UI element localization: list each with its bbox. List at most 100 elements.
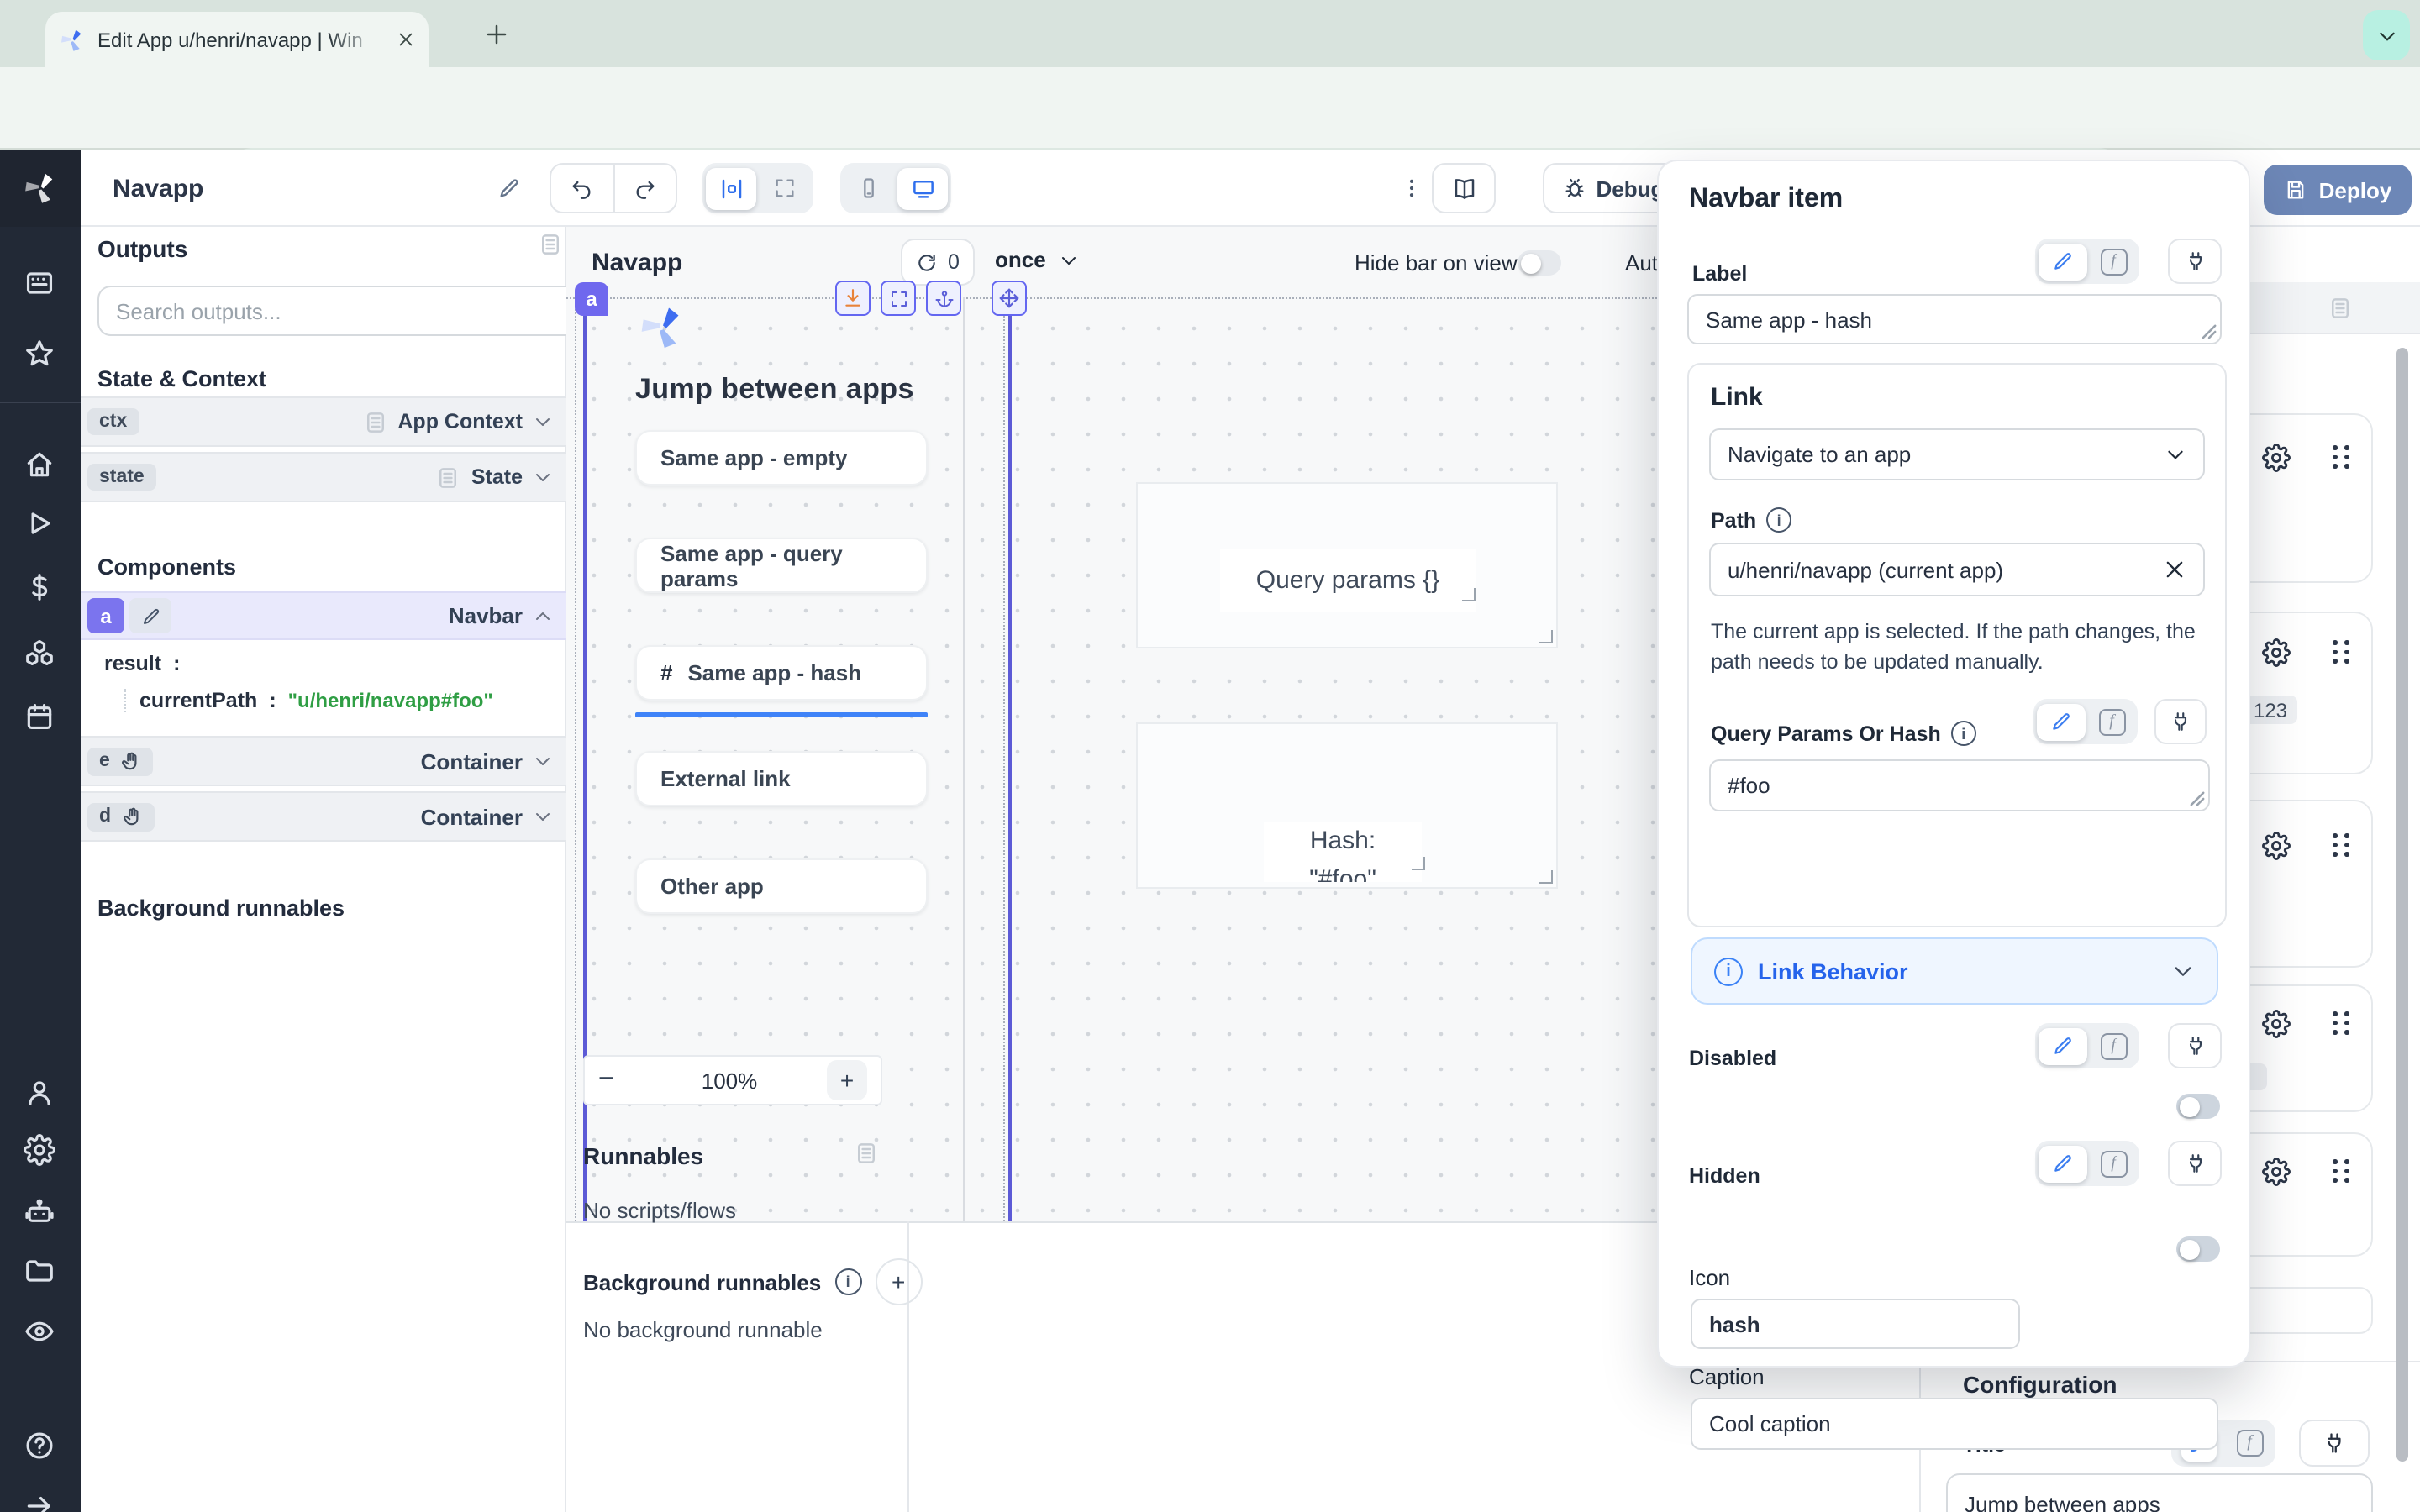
nav-item-query-params[interactable]: Same app - query params (635, 538, 928, 593)
hidden-fn-button[interactable]: f (2091, 1145, 2136, 1182)
config-title-input[interactable]: Jump between apps (1946, 1473, 2373, 1512)
sidebar-runs-icon[interactable] (24, 507, 55, 539)
runnables-log-icon[interactable] (854, 1141, 879, 1166)
browser-tab[interactable]: Edit App u/henri/navapp | Win (45, 12, 429, 67)
settings-log-icon[interactable] (2328, 296, 2353, 321)
link-type-select[interactable]: Navigate to an app (1709, 428, 2205, 480)
disabled-pencil-button[interactable] (2039, 1027, 2087, 1064)
gear-icon[interactable] (2262, 1158, 2291, 1186)
query-plug-button[interactable] (2154, 699, 2207, 744)
current-path-value[interactable]: "u/henri/navapp#foo" (288, 689, 493, 712)
icon-input[interactable]: hash (1691, 1299, 2020, 1349)
gear-icon[interactable] (2262, 1010, 2291, 1038)
new-tab-button[interactable] (484, 22, 509, 47)
resize-corner-icon[interactable] (1539, 870, 1553, 884)
mobile-preview-button[interactable] (844, 167, 894, 209)
label-input[interactable]: Same app - hash (1687, 294, 2222, 344)
label-pencil-button[interactable] (2039, 243, 2087, 280)
drag-handle-icon[interactable] (2333, 1159, 2351, 1183)
deploy-button[interactable]: Deploy (2264, 165, 2412, 215)
sidebar-variables-icon[interactable] (24, 571, 55, 603)
hash-container[interactable]: Hash: "#foo" (1136, 722, 1558, 889)
gear-icon[interactable] (2262, 638, 2291, 667)
selected-component-badge[interactable]: a (575, 282, 608, 316)
docs-button[interactable] (1432, 163, 1496, 213)
chevron-down-icon[interactable] (533, 806, 553, 827)
drag-handle-icon[interactable] (2333, 833, 2351, 857)
drag-handle-icon[interactable] (2333, 640, 2351, 664)
hidden-plug-button[interactable] (2168, 1141, 2222, 1186)
link-behavior-collapsible[interactable]: i Link Behavior (1691, 937, 2218, 1005)
expand-component-button[interactable] (835, 281, 871, 316)
disabled-fn-button[interactable]: f (2091, 1027, 2136, 1064)
sidebar-apps-icon[interactable] (24, 267, 55, 299)
query-pencil-button[interactable] (2037, 703, 2086, 740)
move-component-button[interactable] (992, 281, 1027, 316)
clear-path-icon[interactable] (2163, 558, 2186, 581)
hidden-toggle[interactable] (2176, 1236, 2220, 1262)
container-d-row[interactable]: d Container (81, 791, 566, 842)
run-mode-dropdown[interactable]: once (995, 247, 1080, 272)
navbar-component-row[interactable]: a Navbar (81, 591, 566, 640)
sidebar-favorites-icon[interactable] (24, 338, 55, 370)
resize-corner-icon[interactable] (1539, 630, 1553, 643)
ctx-row[interactable]: ctx App Context (81, 396, 566, 447)
fullscreen-layout-button[interactable] (760, 167, 810, 209)
sidebar-workers-icon[interactable] (24, 1196, 55, 1228)
hidden-pencil-button[interactable] (2039, 1145, 2087, 1182)
sidebar-audit-icon[interactable] (24, 1315, 55, 1347)
container-e-row[interactable]: e Container (81, 736, 566, 786)
sidebar-resources-icon[interactable] (24, 637, 55, 669)
hide-bar-toggle[interactable] (1518, 250, 1561, 276)
windmill-home-logo[interactable] (0, 150, 81, 227)
resize-corner-icon[interactable] (1462, 588, 1476, 601)
sidebar-settings-icon[interactable] (24, 1134, 55, 1166)
info-icon[interactable]: i (1766, 507, 1791, 533)
label-fn-button[interactable]: f (2091, 243, 2136, 280)
right-panel-scrollbar[interactable] (2396, 348, 2408, 1462)
outputs-log-icon[interactable] (538, 232, 563, 257)
title-plug-button[interactable] (2299, 1420, 2370, 1467)
query-input[interactable]: #foo (1709, 759, 2210, 811)
sidebar-home-icon[interactable] (24, 449, 55, 480)
tab-close-icon[interactable] (397, 30, 415, 49)
title-fn-button[interactable]: f (2227, 1424, 2272, 1462)
info-icon[interactable]: i (834, 1268, 861, 1295)
nav-item-empty[interactable]: Same app - empty (635, 430, 928, 486)
sidebar-users-icon[interactable] (24, 1077, 55, 1109)
resize-handle-icon[interactable] (2202, 324, 2217, 339)
refresh-button[interactable]: 0 (901, 239, 975, 286)
sidebar-folders-icon[interactable] (24, 1255, 55, 1287)
nav-item-external-link[interactable]: External link (635, 751, 928, 806)
resize-corner-icon[interactable] (1412, 857, 1425, 870)
chevron-up-icon[interactable] (533, 606, 553, 626)
gear-icon[interactable] (2262, 444, 2291, 472)
nav-item-hash[interactable]: # Same app - hash (635, 645, 928, 701)
centered-layout-button[interactable] (706, 167, 756, 209)
nav-item-other-app[interactable]: Other app (635, 858, 928, 914)
zoom-in-button[interactable]: + (827, 1060, 867, 1100)
resize-handle-icon[interactable] (2190, 791, 2205, 806)
fullscreen-component-button[interactable] (881, 281, 916, 316)
caption-input[interactable]: Cool caption (1691, 1398, 2218, 1450)
anchor-component-button[interactable] (926, 281, 961, 316)
pencil-icon[interactable] (129, 598, 171, 633)
zoom-out-button[interactable]: − (598, 1065, 632, 1095)
hash-text[interactable]: Hash: "#foo" (1264, 822, 1422, 882)
query-params-text[interactable]: Query params {} (1220, 549, 1476, 612)
undo-button[interactable] (551, 165, 615, 212)
chevron-down-icon[interactable] (533, 412, 553, 432)
sidebar-expand-icon[interactable] (24, 1490, 55, 1512)
redo-button[interactable] (615, 165, 676, 212)
path-input[interactable]: u/henri/navapp (current app) (1709, 543, 2205, 596)
chevron-down-icon[interactable] (533, 751, 553, 771)
query-params-container[interactable]: Query params {} (1136, 482, 1558, 648)
info-icon[interactable]: i (1951, 721, 1976, 746)
desktop-preview-button[interactable] (897, 167, 948, 209)
tab-search-button[interactable] (2363, 10, 2410, 60)
chevron-down-icon[interactable] (533, 467, 553, 487)
drag-handle-icon[interactable] (2333, 1011, 2351, 1035)
add-background-runnable-button[interactable]: + (875, 1258, 922, 1305)
query-fn-button[interactable]: f (2089, 703, 2134, 740)
disabled-plug-button[interactable] (2168, 1023, 2222, 1068)
